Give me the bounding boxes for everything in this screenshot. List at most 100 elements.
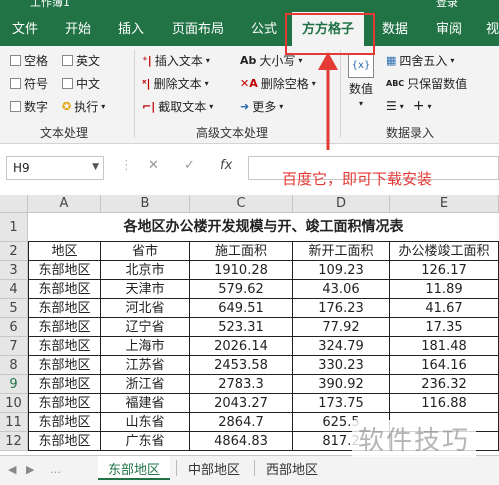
check-symbol[interactable]: 符号 [10, 75, 48, 92]
row-header[interactable]: 3 [0, 261, 28, 280]
fx-icon[interactable]: fx [220, 158, 232, 173]
tab-formulas[interactable]: 公式 [251, 18, 277, 37]
table-cell[interactable]: 江苏省 [101, 356, 190, 375]
checkbox-icon[interactable] [10, 78, 21, 89]
table-cell[interactable]: 17.35 [390, 318, 499, 337]
row-header[interactable]: 8 [0, 356, 28, 375]
confirm-icon[interactable]: ✓ [184, 158, 195, 173]
checkbox-icon[interactable] [10, 55, 21, 66]
check-number[interactable]: 数字 [10, 98, 48, 115]
round-button[interactable]: ▦ 四舍五入 ▾ [386, 52, 454, 69]
sheet-tab-east[interactable]: 东部地区 [98, 456, 171, 480]
table-cell[interactable]: 77.92 [293, 318, 390, 337]
table-cell[interactable]: 2043.27 [190, 394, 293, 413]
tab-home[interactable]: 开始 [65, 18, 91, 37]
table-cell[interactable]: 236.32 [390, 375, 499, 394]
column-header[interactable]: B [101, 195, 190, 213]
table-cell[interactable]: 109.23 [293, 261, 390, 280]
tab-page-layout[interactable]: 页面布局 [172, 18, 224, 37]
table-cell[interactable]: 东部地区 [28, 261, 101, 280]
more-sheets-icon[interactable]: … [50, 463, 61, 476]
name-box[interactable]: H9 ▼ [6, 156, 104, 180]
insert-text-button[interactable]: ⁺| 插入文本 ▾ [142, 52, 210, 69]
table-cell[interactable]: 523.31 [190, 318, 293, 337]
row-header[interactable]: 6 [0, 318, 28, 337]
plus-icon[interactable]: + [413, 98, 425, 114]
tab-review[interactable]: 审阅 [436, 18, 462, 37]
table-cell[interactable]: 山东省 [101, 413, 190, 432]
table-cell[interactable]: 北京市 [101, 261, 190, 280]
table-cell[interactable]: 东部地区 [28, 337, 101, 356]
table-cell[interactable]: 4864.83 [190, 432, 293, 451]
table-cell[interactable]: 2783.3 [190, 375, 293, 394]
row-header[interactable]: 10 [0, 394, 28, 413]
delete-text-button[interactable]: ˣ| 删除文本 ▾ [142, 75, 209, 92]
table-cell[interactable]: 东部地区 [28, 318, 101, 337]
table-cell[interactable]: 116.88 [390, 394, 499, 413]
table-cell[interactable]: 2453.58 [190, 356, 293, 375]
table-cell[interactable]: 1910.28 [190, 261, 293, 280]
table-cell[interactable]: 173.75 [293, 394, 390, 413]
table-cell[interactable]: 181.48 [390, 337, 499, 356]
tab-view[interactable]: 视 [486, 18, 499, 37]
table-cell[interactable]: 河北省 [101, 299, 190, 318]
tab-file[interactable]: 文件 [12, 18, 38, 37]
table-cell[interactable]: 上海市 [101, 337, 190, 356]
table-cell[interactable]: 东部地区 [28, 375, 101, 394]
select-all-corner[interactable] [0, 195, 28, 213]
keep-numbers-button[interactable]: ABC 只保留数值 [386, 75, 467, 92]
chevron-down-icon[interactable]: ▼ [92, 162, 99, 172]
table-cell[interactable]: 东部地区 [28, 299, 101, 318]
table-cell[interactable]: 176.23 [293, 299, 390, 318]
table-cell[interactable]: 324.79 [293, 337, 390, 356]
row-header[interactable]: 5 [0, 299, 28, 318]
check-chinese[interactable]: 中文 [62, 75, 100, 92]
table-cell[interactable]: 330.23 [293, 356, 390, 375]
tab-data[interactable]: 数据 [382, 18, 408, 37]
header-cell[interactable]: 办公楼竣工面积 [390, 242, 499, 261]
list-icon[interactable]: ☰ [386, 99, 397, 113]
execute-button[interactable]: ✪ 执行 ▾ [62, 98, 105, 115]
table-cell[interactable]: 2026.14 [190, 337, 293, 356]
column-header[interactable]: C [190, 195, 293, 213]
table-cell[interactable]: 390.92 [293, 375, 390, 394]
table-cell[interactable]: 广东省 [101, 432, 190, 451]
next-sheet-icon[interactable]: ▶ [26, 463, 34, 476]
table-cell[interactable]: 649.51 [190, 299, 293, 318]
table-cell[interactable]: 2864.7 [190, 413, 293, 432]
table-cell[interactable]: 天津市 [101, 280, 190, 299]
table-cell[interactable]: 东部地区 [28, 394, 101, 413]
row-header[interactable]: 2 [0, 242, 28, 261]
cancel-icon[interactable]: ✕ [148, 158, 159, 173]
checkbox-icon[interactable] [10, 101, 21, 112]
table-cell[interactable]: 浙江省 [101, 375, 190, 394]
header-cell[interactable]: 地区 [28, 242, 101, 261]
table-cell[interactable]: 福建省 [101, 394, 190, 413]
table-cell[interactable]: 辽宁省 [101, 318, 190, 337]
column-header[interactable]: D [293, 195, 390, 213]
table-title[interactable]: 各地区办公楼开发规模与开、竣工面积情况表 [28, 213, 499, 242]
table-cell[interactable]: 579.62 [190, 280, 293, 299]
header-cell[interactable]: 施工面积 [190, 242, 293, 261]
column-header[interactable]: A [28, 195, 101, 213]
row-header[interactable]: 4 [0, 280, 28, 299]
check-english[interactable]: 英文 [62, 52, 100, 69]
header-cell[interactable]: 新开工面积 [293, 242, 390, 261]
table-cell[interactable]: 126.17 [390, 261, 499, 280]
table-cell[interactable]: 11.89 [390, 280, 499, 299]
header-cell[interactable]: 省市 [101, 242, 190, 261]
table-cell[interactable]: 东部地区 [28, 413, 101, 432]
table-cell[interactable]: 164.16 [390, 356, 499, 375]
more-button[interactable]: ➜ 更多 ▾ [240, 98, 283, 115]
misc-buttons[interactable]: ☰ ▾ + ▾ [386, 98, 432, 114]
column-header[interactable]: E [390, 195, 499, 213]
row-header[interactable]: 9 [0, 375, 28, 394]
checkbox-icon[interactable] [62, 55, 73, 66]
row-header[interactable]: 7 [0, 337, 28, 356]
check-space[interactable]: 空格 [10, 52, 48, 69]
tab-insert[interactable]: 插入 [118, 18, 144, 37]
prev-sheet-icon[interactable]: ◀ [8, 463, 16, 476]
row-header[interactable]: 12 [0, 432, 28, 451]
row-header[interactable]: 11 [0, 413, 28, 432]
table-cell[interactable]: 东部地区 [28, 356, 101, 375]
